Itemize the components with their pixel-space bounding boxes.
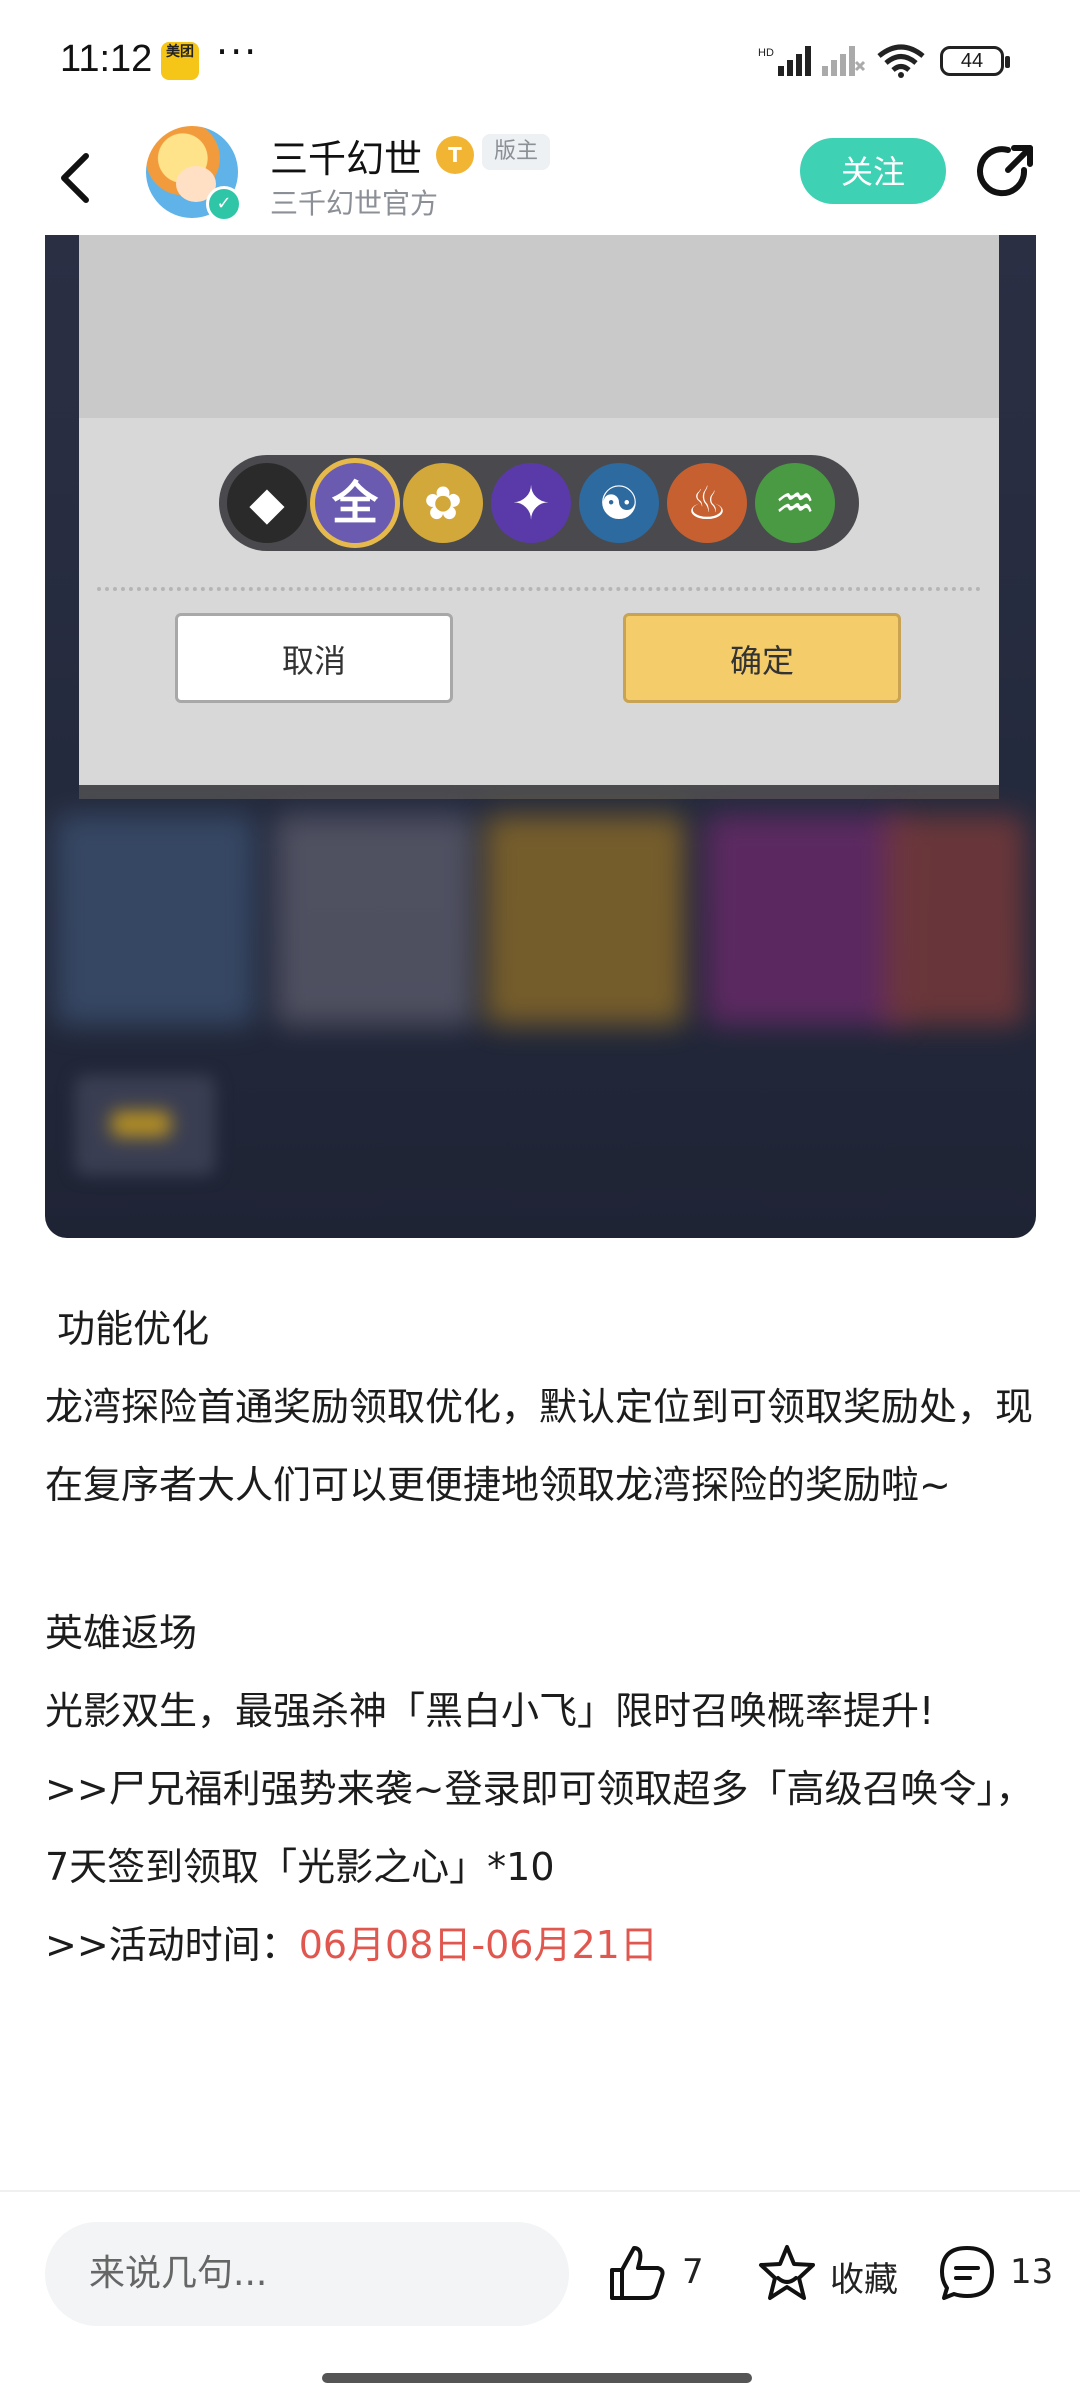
level-badge: T: [436, 136, 474, 174]
element-yinyang-icon[interactable]: ☯: [579, 463, 659, 543]
event-time-label: >>活动时间：: [45, 1923, 299, 1967]
role-badge: 版主: [482, 134, 551, 170]
element-flame-icon[interactable]: ✦: [491, 463, 571, 543]
filter-dialog: ◆ 全 ✿ ✦ ☯ ♨ ♒ 取消 确定: [79, 235, 999, 799]
post-header: ✓ 三千幻世 T 版主 三千幻世官方 关注: [0, 120, 1080, 235]
author-subtitle: 三千幻世官方: [270, 187, 439, 220]
section-paragraph: >>尸兄福利强势来袭~登录即可领取超多「高级召唤令」，7天签到领取「光影之心」*…: [45, 1767, 1034, 1889]
element-filter-bar: ◆ 全 ✿ ✦ ☯ ♨ ♒: [219, 455, 859, 551]
section-title: 功能优化: [45, 1307, 210, 1351]
bottom-action-bar: 来说几句... 7 收藏 13: [0, 2190, 1080, 2402]
event-time-line: >>活动时间：06月08日-06月21日: [45, 1906, 1035, 1984]
blurred-hero-card: [885, 815, 1025, 1025]
section-title: 英雄返场: [45, 1611, 198, 1655]
svg-text:HD: HD: [758, 47, 774, 59]
comment-count: 13: [1010, 2252, 1054, 2292]
dialog-cancel-button[interactable]: 取消: [175, 613, 453, 703]
element-meditate-icon[interactable]: ♨: [667, 463, 747, 543]
favorite-button[interactable]: 收藏: [756, 2242, 906, 2306]
like-count: 7: [682, 2252, 704, 2292]
thumbs-up-icon: [610, 2246, 665, 2300]
author-name[interactable]: 三千幻世: [270, 128, 422, 183]
element-all-diamond-icon[interactable]: ◆: [227, 463, 307, 543]
verified-icon: ✓: [206, 186, 242, 222]
status-time: 11:12: [60, 38, 153, 80]
favorite-label: 收藏: [830, 2260, 898, 2300]
section-paragraph: 龙湾探险首通奖励领取优化，默认定位到可领取奖励处，现在复序者大人们可以更便捷地领…: [45, 1385, 1034, 1507]
blurred-hero-card: [55, 815, 255, 1025]
comment-bubble-icon: [940, 2246, 994, 2300]
battery-icon: 44: [940, 46, 1010, 76]
blurred-hero-card: [705, 815, 905, 1025]
back-arrow-icon[interactable]: [52, 148, 102, 208]
home-indicator[interactable]: [322, 2373, 752, 2383]
dialog-confirm-button[interactable]: 确定: [623, 613, 901, 703]
blurred-hero-card: [485, 815, 685, 1025]
star-icon: [759, 2245, 815, 2300]
element-all-icon[interactable]: 全: [315, 463, 395, 543]
status-bar: 11:12 美团 ··· HD 44: [0, 0, 1080, 120]
status-more-icon: ···: [216, 30, 259, 74]
follow-button[interactable]: 关注: [800, 138, 946, 204]
comment-input[interactable]: 来说几句...: [45, 2222, 569, 2326]
post-image[interactable]: ◆ 全 ✿ ✦ ☯ ♨ ♒ 取消 确定: [45, 235, 1036, 1238]
element-dna-icon[interactable]: ♒: [755, 463, 835, 543]
like-button[interactable]: 7: [606, 2242, 706, 2306]
section-paragraph: 光影双生，最强杀神「黑白小飞」限时召唤概率提升!: [45, 1689, 935, 1733]
share-icon[interactable]: [974, 140, 1038, 204]
post-body: 功能优化 龙湾探险首通奖励领取优化，默认定位到可领取奖励处，现在复序者大人们可以…: [45, 1290, 1035, 1984]
meituan-app-icon: 美团: [161, 42, 199, 80]
wifi-icon: [877, 44, 925, 78]
blurred-hero-card: [275, 815, 475, 1025]
signal-weak-icon: [822, 46, 866, 76]
event-time-value: 06月08日-06月21日: [298, 1923, 658, 1967]
signal-strength-icon: HD: [758, 46, 811, 76]
element-lotus-icon[interactable]: ✿: [403, 463, 483, 543]
comment-button[interactable]: 13: [936, 2242, 1066, 2306]
dialog-divider: [97, 587, 981, 591]
blurred-button: [75, 1075, 215, 1175]
